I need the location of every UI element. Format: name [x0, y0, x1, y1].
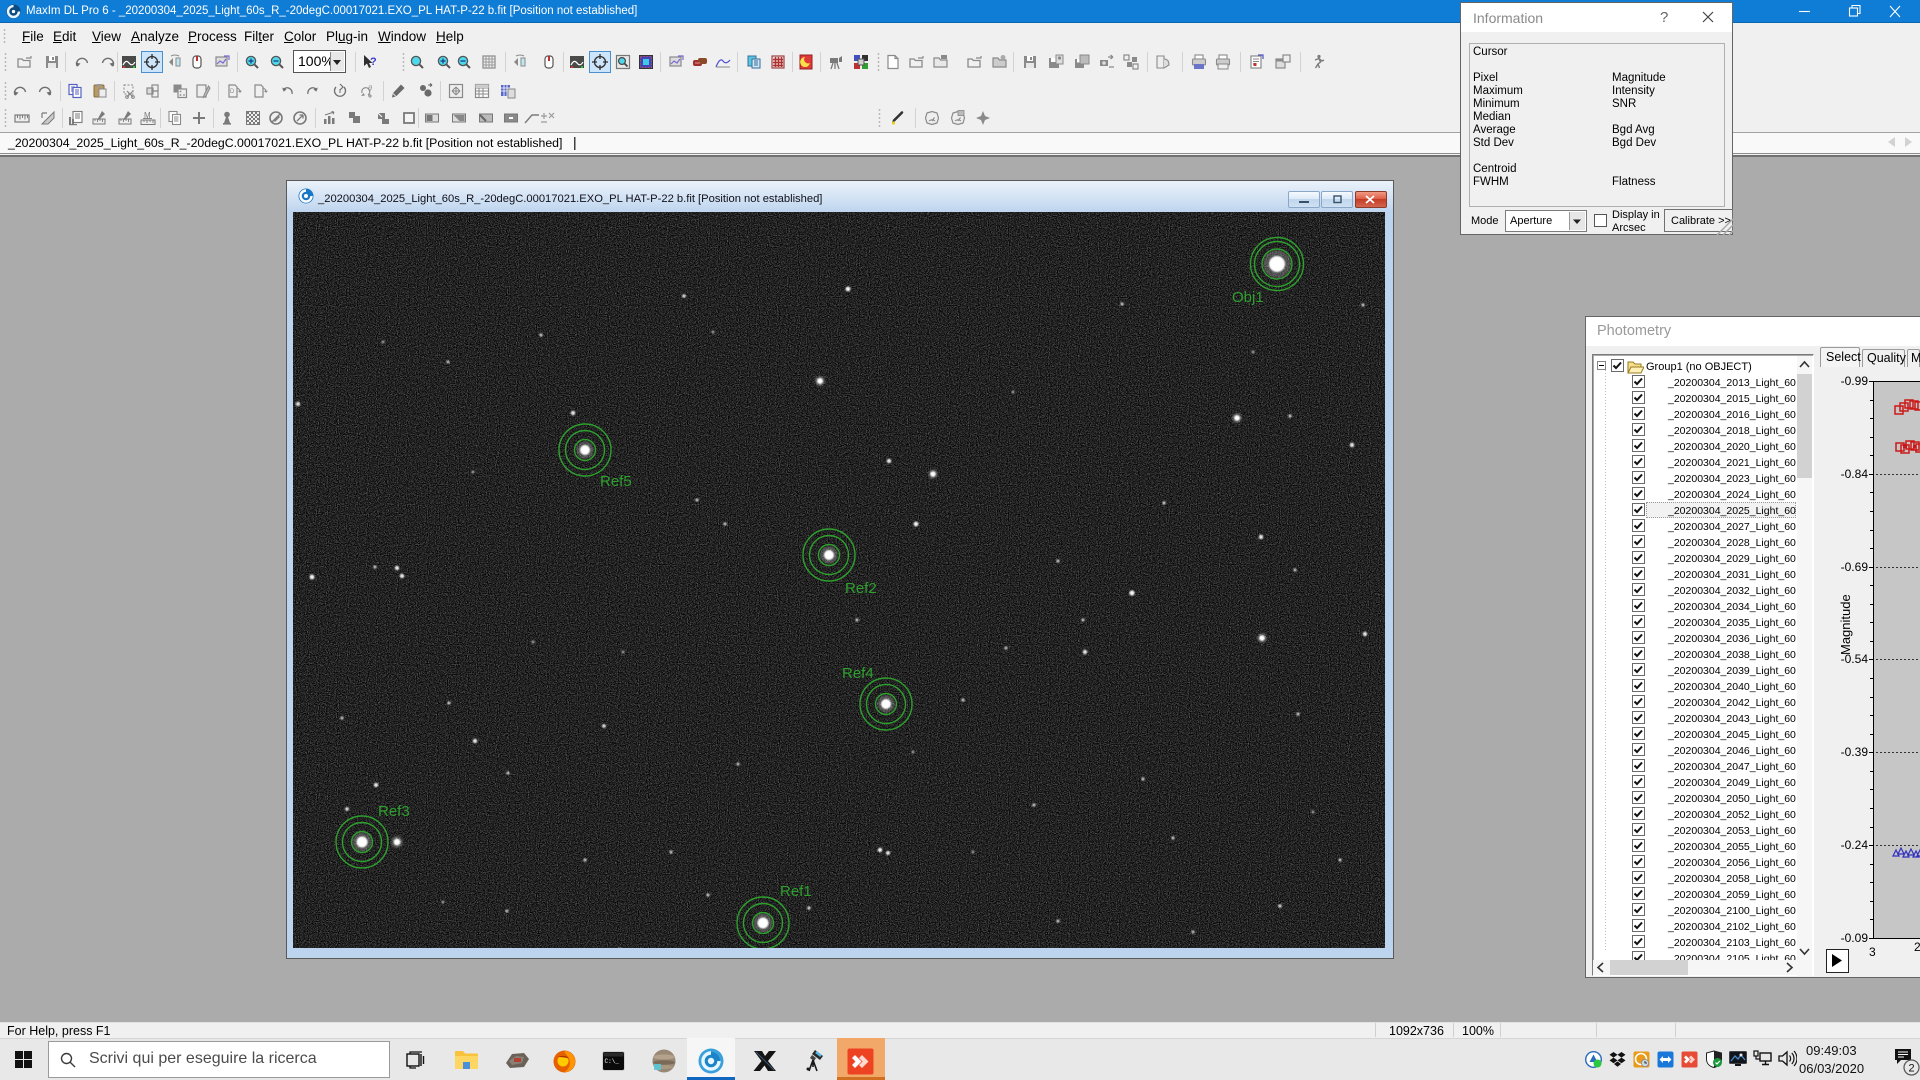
svg-text:?: ?: [370, 56, 377, 68]
svg-text:C:\_: C:\_: [605, 1058, 620, 1065]
svg-text:Obj1: Obj1: [1232, 289, 1264, 306]
svg-text:θ: θ: [368, 84, 372, 93]
svg-text:D: D: [230, 89, 235, 95]
svg-text:Ref5: Ref5: [600, 473, 632, 490]
svg-text:Ref4: Ref4: [842, 665, 874, 682]
svg-text:Ref2: Ref2: [845, 580, 877, 597]
svg-text:Ref3: Ref3: [378, 803, 410, 820]
svg-text:2: 2: [1909, 1063, 1915, 1075]
svg-text:Ref1: Ref1: [780, 883, 812, 900]
